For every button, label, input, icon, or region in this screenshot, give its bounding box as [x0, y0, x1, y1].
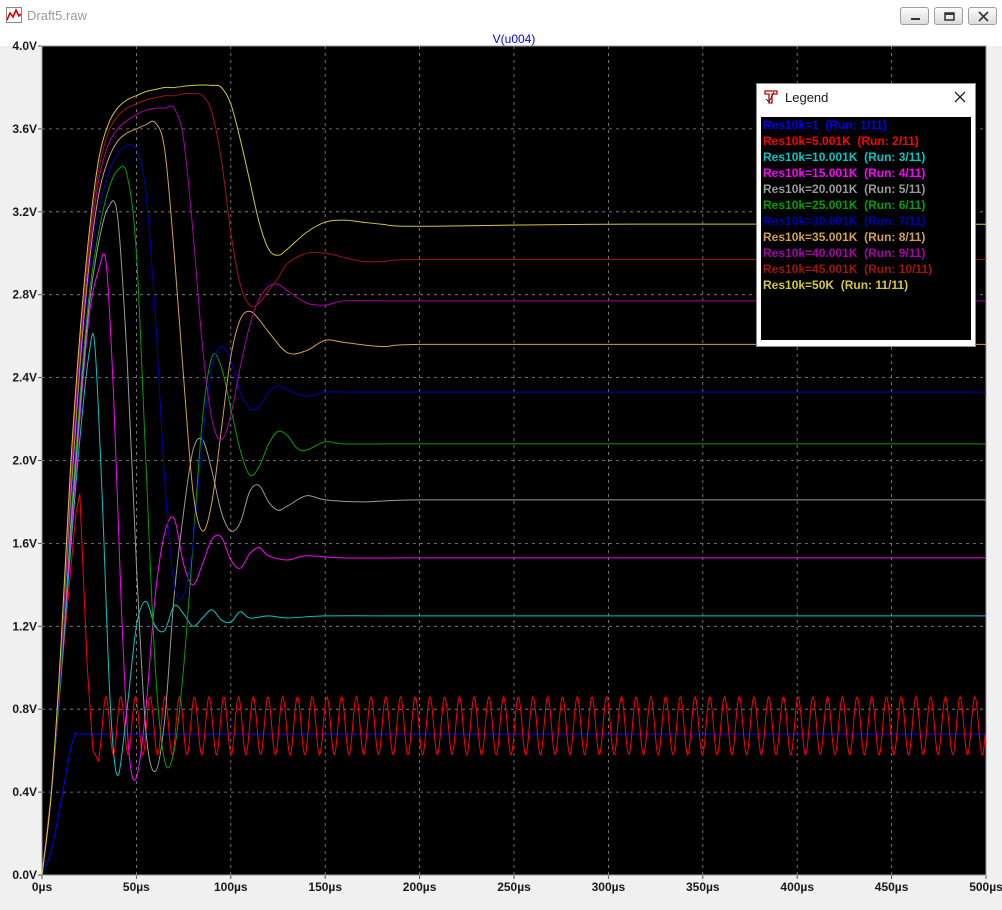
title-bar: Draft5.raw: [0, 0, 1002, 32]
legend-entry: Res10k=15.001K (Run: 4/11): [763, 166, 926, 180]
y-tick-label: 3.2V: [12, 205, 37, 219]
y-tick-label: 0.8V: [12, 702, 37, 716]
y-tick-label: 0.4V: [12, 785, 37, 799]
legend-entry: Res10k=5.001K (Run: 2/11): [763, 134, 919, 148]
x-tick-label: 150µs: [308, 880, 342, 894]
legend-entry: Res10k=40.001K (Run: 9/11): [763, 246, 926, 260]
legend-entry: Res10k=45.001K (Run: 10/11): [763, 262, 933, 276]
window-title: Draft5.raw: [27, 8, 87, 23]
y-tick-label: 2.8V: [12, 288, 37, 302]
x-tick-label: 350µs: [686, 880, 720, 894]
legend-window[interactable]: Legend Res10k=1 (Run: 1/11) Res10k=5.001K…: [756, 83, 976, 347]
trace-label: V(u004): [493, 32, 536, 46]
y-tick-label: 2.0V: [12, 454, 37, 468]
legend-list: Res10k=1 (Run: 1/11) Res10k=5.001K (Run: …: [761, 117, 971, 340]
legend-entry: Res10k=10.001K (Run: 3/11): [763, 150, 926, 164]
x-tick-label: 450µs: [875, 880, 909, 894]
minimize-icon: [911, 18, 920, 20]
x-tick-label: 0µs: [32, 880, 53, 894]
x-tick-label: 200µs: [403, 880, 437, 894]
legend-entry: Res10k=1 (Run: 1/11): [763, 118, 887, 132]
legend-title: Legend: [785, 90, 829, 105]
legend-entry: Res10k=30.001K (Run: 7/11): [763, 214, 926, 228]
legend-app-icon: [764, 90, 778, 104]
y-tick-label: 2.4V: [12, 371, 37, 385]
x-tick-label: 500µs: [969, 880, 1002, 894]
legend-close-icon[interactable]: [951, 88, 969, 106]
close-icon: [978, 11, 989, 22]
restore-button[interactable]: [934, 7, 963, 25]
legend-entry: Res10k=35.001K (Run: 8/11): [763, 230, 926, 244]
minimize-button[interactable]: [900, 7, 929, 25]
legend-entry: Res10k=25.001K (Run: 6/11): [763, 198, 926, 212]
y-tick-label: 1.6V: [12, 536, 37, 550]
legend-entry: Res10k=20.001K (Run: 5/11): [763, 182, 926, 196]
y-tick-label: 3.6V: [12, 122, 37, 136]
legend-entry: Res10k=50K (Run: 11/11): [763, 278, 909, 292]
y-tick-label: 4.0V: [12, 39, 37, 53]
y-tick-label: 0.0V: [12, 868, 37, 882]
waveform-app-icon: [6, 7, 22, 23]
x-tick-label: 50µs: [123, 880, 150, 894]
x-tick-label: 100µs: [214, 880, 248, 894]
y-tick-label: 1.2V: [12, 619, 37, 633]
restore-icon: [944, 12, 955, 21]
x-tick-label: 300µs: [592, 880, 626, 894]
x-tick-label: 250µs: [497, 880, 531, 894]
x-tick-label: 400µs: [780, 880, 814, 894]
close-button[interactable]: [968, 7, 997, 25]
